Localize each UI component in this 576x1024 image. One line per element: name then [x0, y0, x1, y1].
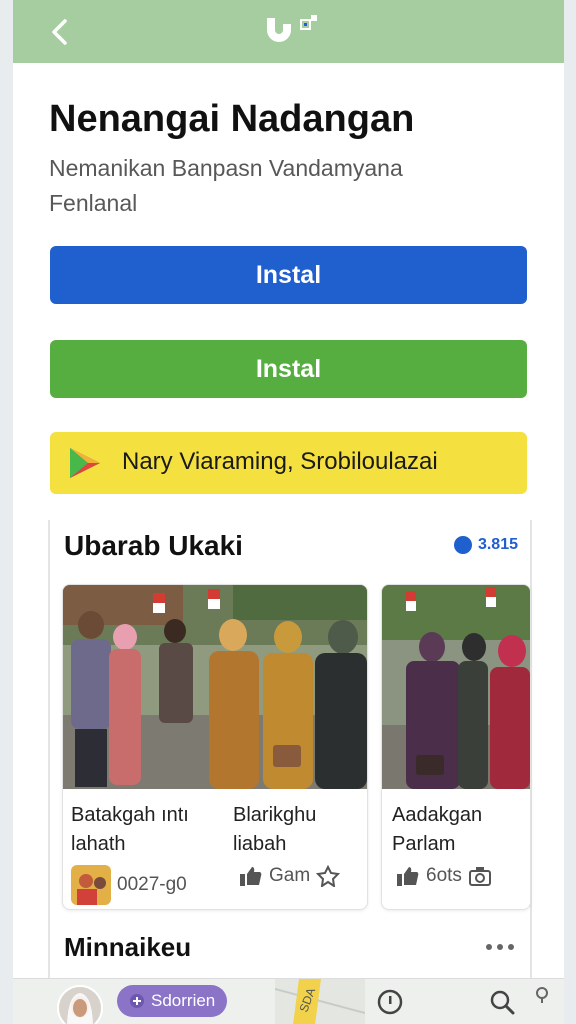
category-chip[interactable]: Sdorrien — [117, 985, 228, 1017]
content-section: Ubarab Ukaki 3.815 Batakgah ıntı lahath … — [48, 520, 532, 980]
card-count: 6ots — [426, 865, 462, 886]
more-options-icon[interactable] — [484, 942, 516, 952]
app-screen: Nenangai Nadangan Nemanikan Banpasn Vand… — [13, 0, 564, 1024]
caption-line: Batakgah ıntı — [71, 804, 189, 826]
card-date: 0027-g0 — [117, 874, 187, 895]
caption-line: liabah — [233, 833, 287, 855]
crowd-photo — [382, 585, 530, 789]
banner-text: Nary Viaraming, Srobiloulazai — [122, 448, 438, 475]
thumbs-up-icon[interactable] — [396, 865, 420, 887]
thumbnail-image — [71, 865, 111, 905]
caption-line: Aadakgan — [392, 804, 483, 826]
section2-title: Minnaikeu — [64, 932, 192, 962]
info-icon — [453, 536, 472, 554]
page-subtitle: Nemanikan Banpasn Vandamyana Fenlanal — [49, 151, 529, 221]
section-count[interactable]: 3.815 — [453, 536, 518, 554]
play-store-icon — [70, 448, 100, 478]
card-caption-right: Blarikghu liabah — [233, 801, 316, 859]
story-card[interactable]: Batakgah ıntı lahath Blarikghu liabah 00… — [62, 584, 368, 910]
card-meta-actions: Gam — [239, 865, 341, 887]
clock-icon[interactable] — [375, 987, 405, 1017]
promo-banner[interactable]: Nary Viaraming, Srobiloulazai — [50, 432, 527, 494]
card-meta-actions: 6ots — [396, 865, 492, 887]
card-like-label: Gam — [269, 865, 311, 886]
caption-line: Parlam — [392, 833, 456, 855]
location-icon — [536, 987, 548, 1003]
bottom-nav: Sdorrien SDA — [13, 978, 564, 1024]
app-logo-icon — [267, 15, 317, 42]
install-button-secondary[interactable]: Instal — [50, 340, 527, 398]
thumbs-up-icon[interactable] — [239, 865, 263, 887]
section-count-value: 3.815 — [477, 536, 518, 553]
install-button-primary[interactable]: Instal — [50, 246, 527, 304]
story-card[interactable]: Aadakgan Parlam 6ots — [381, 584, 531, 910]
caption-line: lahath — [71, 833, 126, 855]
search-icon[interactable] — [487, 987, 517, 1017]
crowd-photo — [63, 585, 367, 789]
subtitle-line-1: Nemanikan Banpasn Vandamyana — [49, 155, 403, 181]
avatar[interactable] — [57, 985, 103, 1024]
chip-label: Sdorrien — [151, 991, 216, 1010]
card-meta-date: 0027-g0 — [71, 865, 187, 905]
section-title: Ubarab Ukaki — [64, 530, 243, 561]
caption-line: Blarikghu — [233, 804, 317, 826]
card-caption-left: Batakgah ıntı lahath — [71, 801, 189, 859]
chevron-left-icon[interactable] — [47, 16, 75, 48]
camera-icon[interactable] — [468, 865, 492, 887]
page-title: Nenangai Nadangan — [49, 98, 415, 140]
top-bar — [13, 0, 564, 63]
map-strip[interactable] — [275, 979, 365, 1024]
card-caption: Aadakgan Parlam — [392, 801, 482, 859]
plus-icon — [130, 994, 144, 1008]
star-icon[interactable] — [316, 865, 341, 887]
subtitle-line-2: Fenlanal — [49, 190, 138, 216]
